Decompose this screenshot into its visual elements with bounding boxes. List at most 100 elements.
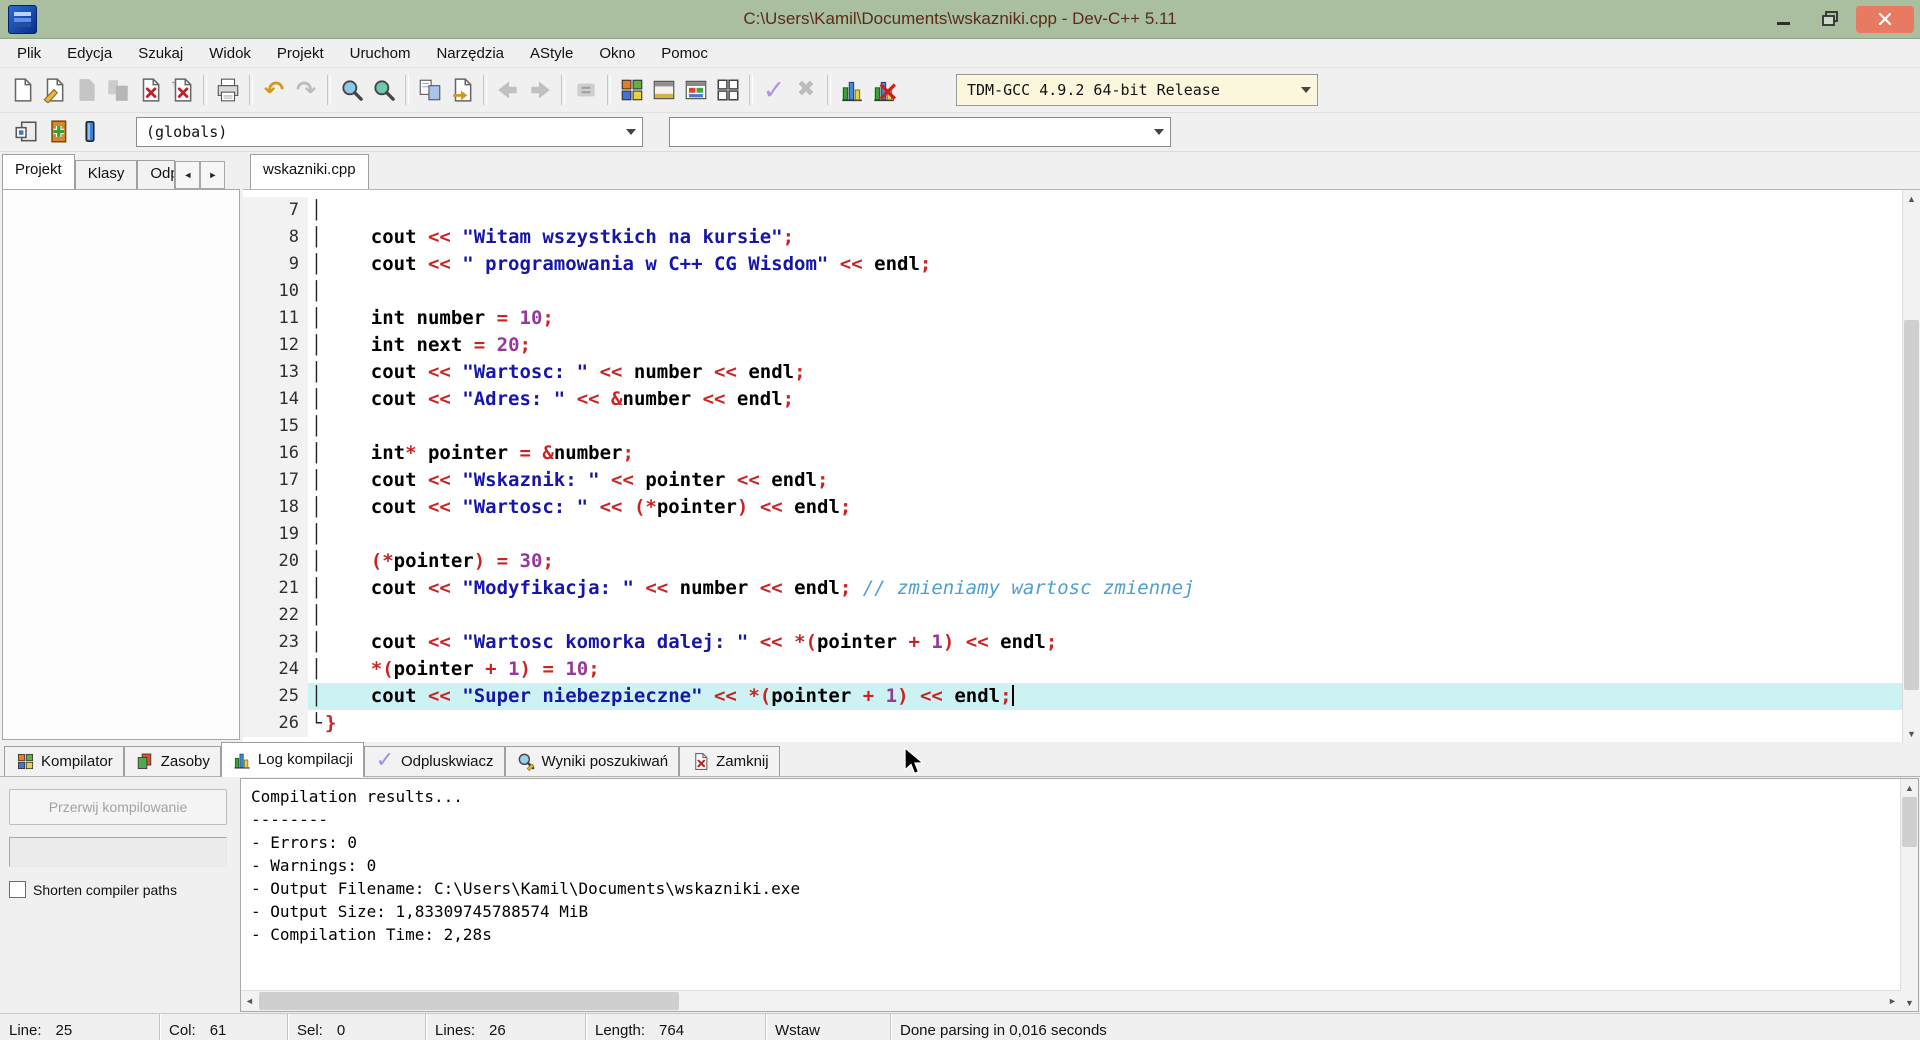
code-line-13[interactable]: 13│ cout << "Wartosc: " << number << end… <box>243 359 1903 386</box>
editor-vertical-scrollbar[interactable]: ▲ ▼ <box>1902 190 1920 742</box>
restore-button[interactable] <box>1810 6 1850 33</box>
back-icon[interactable] <box>493 75 523 105</box>
log-vertical-scrollbar[interactable]: ▲ ▼ <box>1900 779 1918 1011</box>
code-line-17[interactable]: 17│ cout << "Wskaznik: " << pointer << e… <box>243 467 1903 494</box>
rebuild-all-icon[interactable] <box>713 75 743 105</box>
menu-okno[interactable]: Okno <box>586 42 648 65</box>
undo-icon[interactable]: ↶ <box>259 75 289 105</box>
code-text[interactable]: cout << "Wartosc: " << number << endl; <box>325 359 1903 386</box>
code-line-10[interactable]: 10│ <box>243 278 1903 305</box>
chevron-down-icon[interactable] <box>620 129 642 135</box>
menu-pomoc[interactable]: Pomoc <box>648 42 721 65</box>
save-icon[interactable] <box>71 75 101 105</box>
line-number[interactable]: 20 <box>243 548 308 575</box>
scroll-left-arrow-icon[interactable]: ◄ <box>241 991 258 1011</box>
left-tab-odpl[interactable]: Odpl <box>137 160 175 189</box>
code-text[interactable]: } <box>325 710 1903 737</box>
code-area[interactable]: 7│8│ cout << "Witam wszystkich na kursie… <box>243 190 1903 742</box>
delete-profiling-icon[interactable] <box>869 75 899 105</box>
line-number[interactable]: 10 <box>243 278 308 305</box>
line-number[interactable]: 25 <box>243 683 308 710</box>
line-number[interactable]: 19 <box>243 521 308 548</box>
goto-line-icon[interactable] <box>447 75 477 105</box>
bottom-tab-wyniki-poszukiwa-[interactable]: Wyniki poszukiwań <box>505 746 680 776</box>
code-text[interactable]: cout << "Witam wszystkich na kursie"; <box>325 224 1903 251</box>
code-text[interactable]: cout << "Wartosc komorka dalej: " << *(p… <box>325 629 1903 656</box>
scroll-down-arrow-icon[interactable]: ▼ <box>1903 725 1920 742</box>
code-line-26[interactable]: 26└} <box>243 710 1903 737</box>
menu-narzędzia[interactable]: Narzędzia <box>423 42 517 65</box>
line-number[interactable]: 23 <box>243 629 308 656</box>
code-text[interactable]: cout << "Adres: " << &number << endl; <box>325 386 1903 413</box>
code-line-14[interactable]: 14│ cout << "Adres: " << &number << endl… <box>243 386 1903 413</box>
code-text[interactable]: int number = 10; <box>325 305 1903 332</box>
line-number[interactable]: 13 <box>243 359 308 386</box>
print-icon[interactable] <box>213 75 243 105</box>
close-all-icon[interactable] <box>167 75 197 105</box>
line-number[interactable]: 26 <box>243 710 308 737</box>
line-number[interactable]: 16 <box>243 440 308 467</box>
find-in-files-icon[interactable] <box>369 75 399 105</box>
menu-plik[interactable]: Plik <box>4 42 54 65</box>
bottom-tab-log-kompilacji[interactable]: Log kompilacji <box>221 742 364 777</box>
code-text[interactable] <box>325 197 1903 224</box>
menu-widok[interactable]: Widok <box>196 42 264 65</box>
code-text[interactable]: *(pointer + 1) = 10; <box>325 656 1903 683</box>
abort-compilation-icon[interactable]: ✖ <box>791 75 821 105</box>
profile-icon[interactable] <box>837 75 867 105</box>
code-line-25[interactable]: 25│ cout << "Super niebezpieczne" << *(p… <box>243 683 1903 710</box>
line-number[interactable]: 11 <box>243 305 308 332</box>
log-hscrollbar-thumb[interactable] <box>259 992 679 1010</box>
scroll-right-arrow-icon[interactable]: ► <box>1884 991 1901 1011</box>
code-line-21[interactable]: 21│ cout << "Modyfikacja: " << number <<… <box>243 575 1903 602</box>
insert-icon[interactable] <box>11 117 41 147</box>
code-line-19[interactable]: 19│ <box>243 521 1903 548</box>
menu-projekt[interactable]: Projekt <box>264 42 337 65</box>
tab-scroll-right-icon[interactable]: ► <box>200 161 225 189</box>
bottom-tab-odpluskwiacz[interactable]: ✓Odpluskwiacz <box>364 746 505 776</box>
chevron-down-icon[interactable] <box>1148 129 1170 135</box>
line-number[interactable]: 12 <box>243 332 308 359</box>
syntax-check-icon[interactable]: ✓ <box>759 75 789 105</box>
bottom-tab-kompilator[interactable]: Kompilator <box>4 746 124 776</box>
code-text[interactable] <box>325 413 1903 440</box>
menu-edycja[interactable]: Edycja <box>54 42 125 65</box>
code-editor[interactable]: 7│8│ cout << "Witam wszystkich na kursie… <box>243 189 1920 742</box>
line-number[interactable]: 17 <box>243 467 308 494</box>
forward-icon[interactable] <box>525 75 555 105</box>
globals-select[interactable]: (globals) <box>136 117 643 147</box>
code-text[interactable]: cout << "Wartosc: " << (*pointer) << end… <box>325 494 1903 521</box>
code-text[interactable]: int* pointer = &number; <box>325 440 1903 467</box>
line-number[interactable]: 9 <box>243 251 308 278</box>
open-file-icon[interactable] <box>39 75 69 105</box>
code-line-22[interactable]: 22│ <box>243 602 1903 629</box>
new-file-icon[interactable] <box>7 75 37 105</box>
code-line-12[interactable]: 12│ int next = 20; <box>243 332 1903 359</box>
line-number[interactable]: 7 <box>243 197 308 224</box>
left-tab-projekt[interactable]: Projekt <box>2 154 75 189</box>
left-tab-klasy[interactable]: Klasy <box>75 160 138 189</box>
menu-uruchom[interactable]: Uruchom <box>337 42 424 65</box>
code-line-15[interactable]: 15│ <box>243 413 1903 440</box>
goto-bookmark-icon[interactable] <box>75 117 105 147</box>
log-horizontal-scrollbar[interactable]: ◄ ► <box>241 990 1901 1011</box>
project-panel[interactable] <box>2 189 240 740</box>
close-file-icon[interactable] <box>135 75 165 105</box>
code-line-24[interactable]: 24│ *(pointer + 1) = 10; <box>243 656 1903 683</box>
shorten-paths-checkbox[interactable] <box>9 881 26 898</box>
members-select[interactable] <box>669 117 1171 147</box>
code-line-16[interactable]: 16│ int* pointer = &number; <box>243 440 1903 467</box>
run-icon[interactable] <box>649 75 679 105</box>
code-text[interactable]: int next = 20; <box>325 332 1903 359</box>
line-number[interactable]: 15 <box>243 413 308 440</box>
scroll-down-arrow-icon[interactable]: ▼ <box>1901 994 1918 1011</box>
chevron-down-icon[interactable] <box>1295 87 1317 93</box>
find-icon[interactable] <box>337 75 367 105</box>
compile-icon[interactable] <box>617 75 647 105</box>
code-line-9[interactable]: 9│ cout << " programowania w C++ CG Wisd… <box>243 251 1903 278</box>
line-number[interactable]: 24 <box>243 656 308 683</box>
code-line-7[interactable]: 7│ <box>243 197 1903 224</box>
code-text[interactable] <box>325 602 1903 629</box>
line-number[interactable]: 14 <box>243 386 308 413</box>
bottom-tab-zamknij[interactable]: Zamknij <box>679 746 780 776</box>
